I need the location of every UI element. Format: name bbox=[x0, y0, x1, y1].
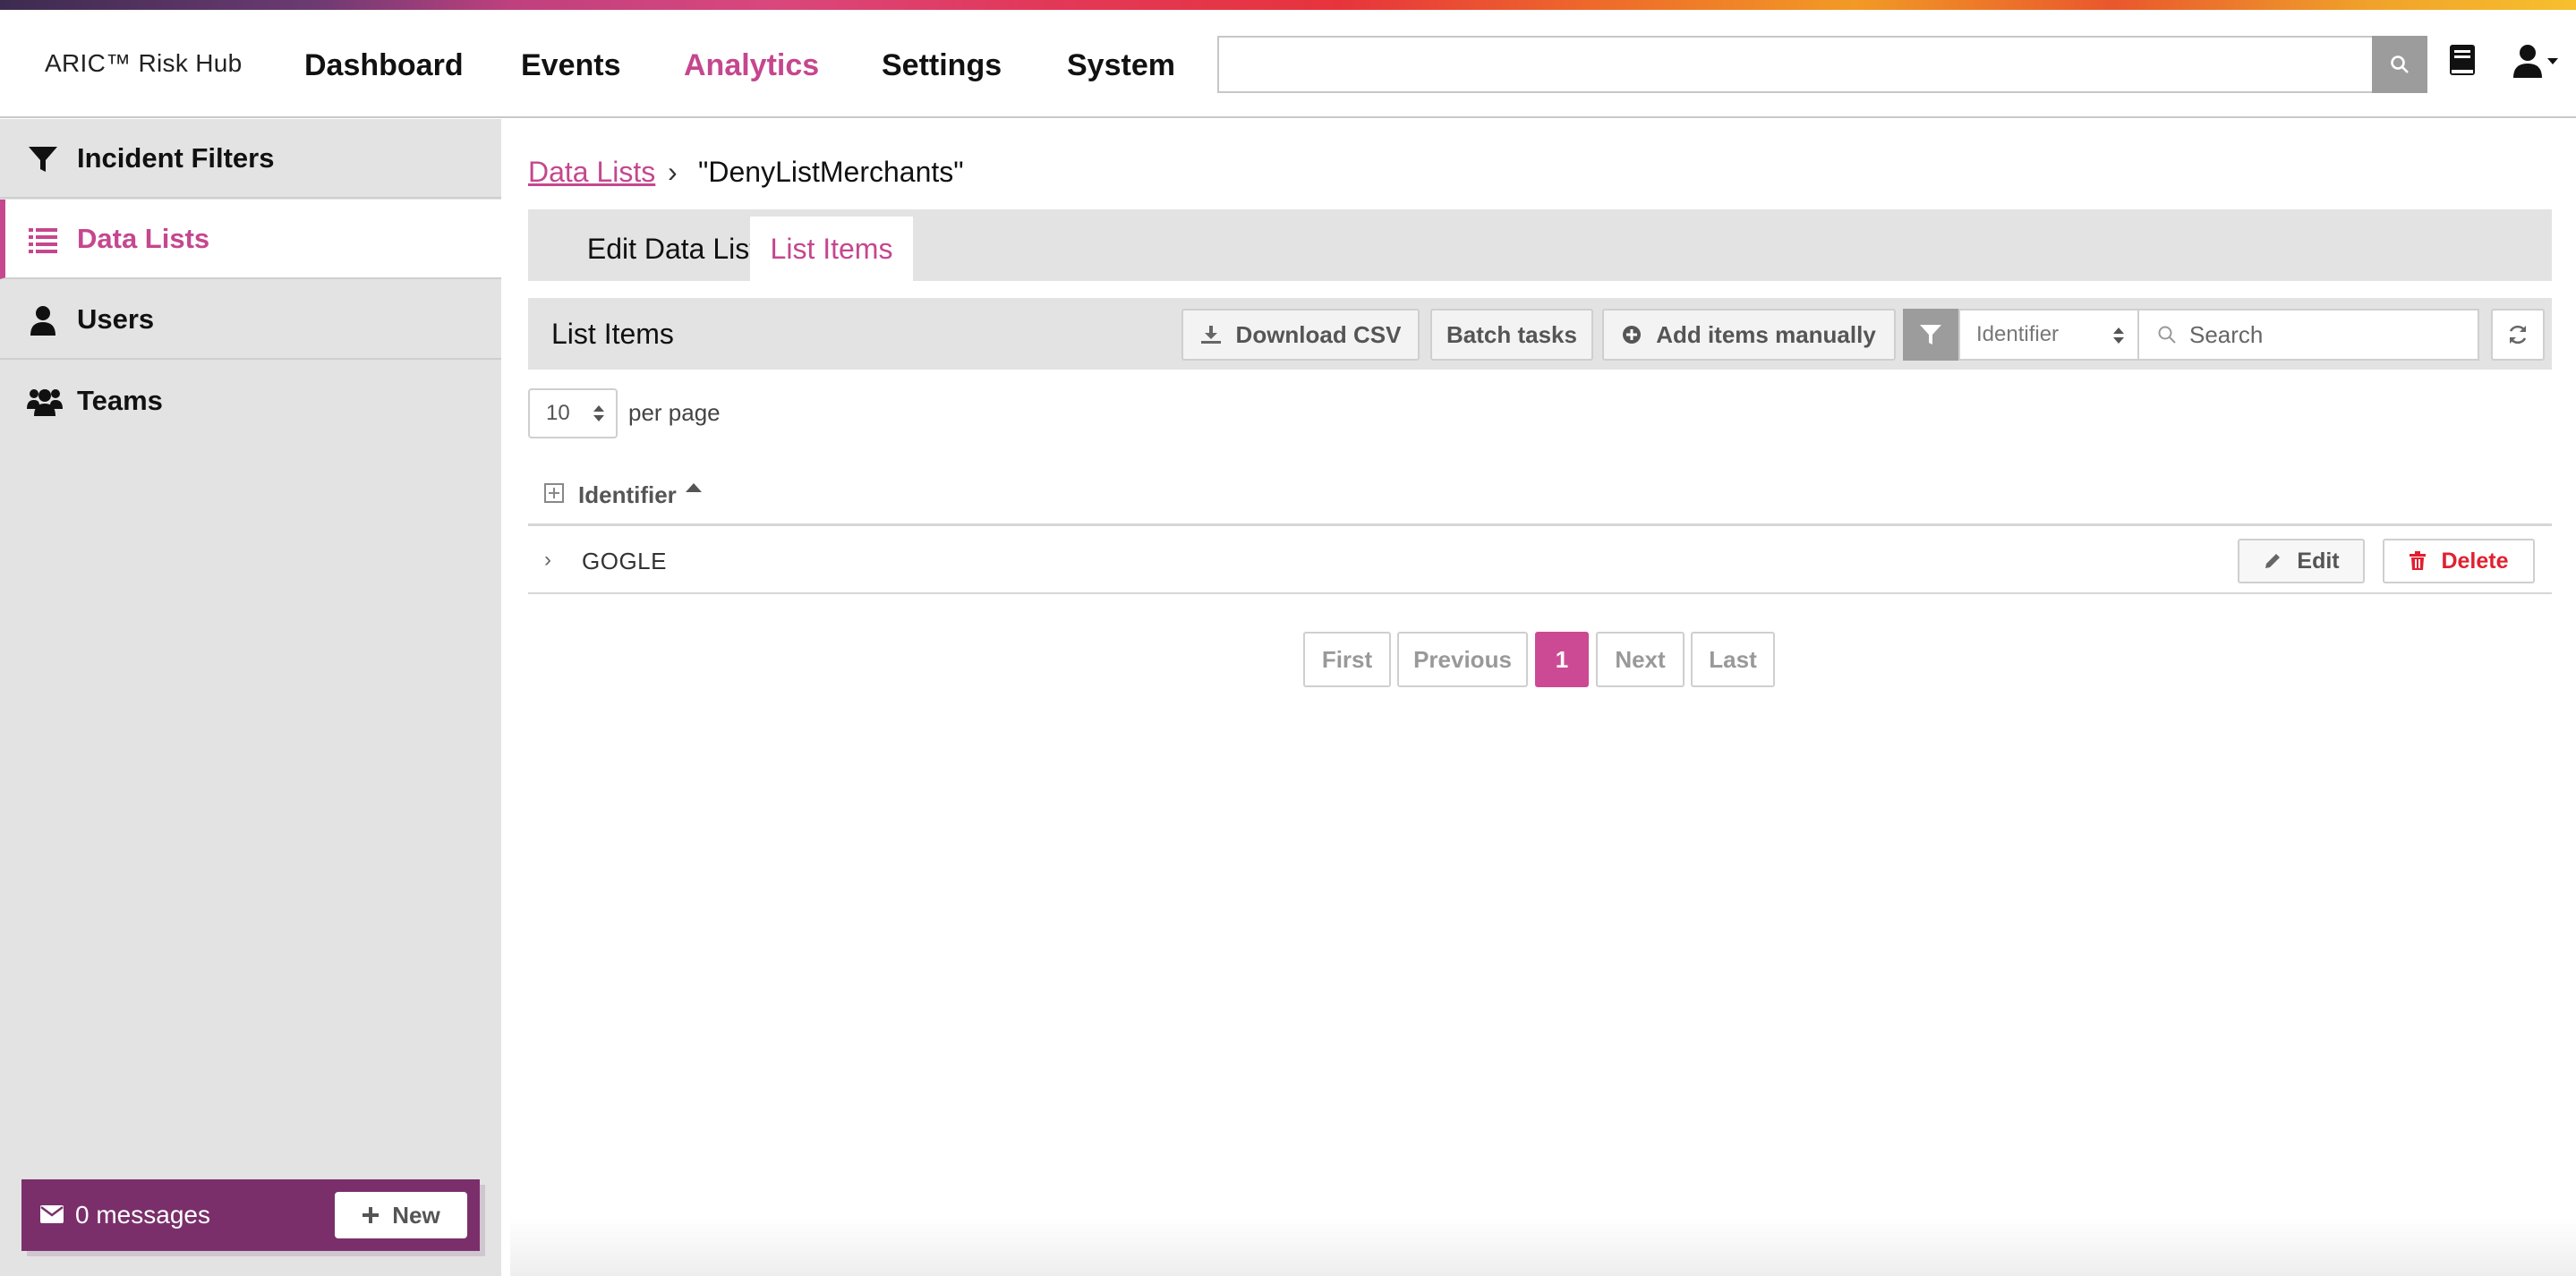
expand-all-icon[interactable] bbox=[544, 483, 564, 503]
trash-icon bbox=[2410, 551, 2427, 570]
users-icon bbox=[27, 389, 63, 416]
global-search-input[interactable] bbox=[1217, 36, 2376, 93]
refresh-icon bbox=[2509, 325, 2527, 345]
sort-ascending-icon[interactable] bbox=[686, 483, 702, 492]
sidebar-item-label: Data Lists bbox=[77, 222, 210, 254]
user-icon bbox=[30, 306, 55, 336]
filter-field-value: Identifier bbox=[1976, 322, 2060, 346]
sidebar-item-users[interactable]: Users bbox=[0, 280, 501, 360]
section-title: List Items bbox=[551, 318, 674, 350]
edit-label: Edit bbox=[2297, 548, 2340, 574]
delete-button[interactable]: Delete bbox=[2383, 539, 2535, 583]
pagination-page-current[interactable]: 1 bbox=[1535, 632, 1589, 687]
add-items-manually-button[interactable]: Add items manually bbox=[1602, 309, 1896, 361]
refresh-button[interactable] bbox=[2491, 309, 2545, 361]
nav-dashboard[interactable]: Dashboard bbox=[304, 48, 464, 83]
list-search-input[interactable]: Search bbox=[2137, 309, 2479, 361]
per-page-label: per page bbox=[628, 399, 721, 426]
download-csv-button[interactable]: Download CSV bbox=[1181, 309, 1420, 361]
row-identifier: GOGLE bbox=[582, 548, 667, 574]
pagination-last[interactable]: Last bbox=[1691, 632, 1775, 687]
sidebar: Incident Filters Data Lists Users Teams … bbox=[0, 119, 501, 1276]
batch-tasks-label: Batch tasks bbox=[1446, 320, 1577, 348]
plus-circle-icon bbox=[1623, 326, 1642, 344]
add-items-manually-label: Add items manually bbox=[1656, 320, 1876, 348]
per-page-value: 10 bbox=[546, 401, 570, 425]
breadcrumb-current: "DenyListMerchants" bbox=[698, 156, 964, 188]
global-search-button[interactable] bbox=[2372, 36, 2427, 93]
list-icon bbox=[29, 228, 57, 253]
table-header: Identifier bbox=[528, 471, 2552, 526]
column-header-identifier[interactable]: Identifier bbox=[578, 481, 677, 509]
row-expand-chevron-icon[interactable]: › bbox=[544, 548, 551, 573]
sidebar-item-label: Teams bbox=[77, 384, 163, 416]
tab-bar: Edit Data List List Items bbox=[528, 209, 2552, 281]
app-brand[interactable]: ARIC™ Risk Hub bbox=[45, 49, 242, 78]
envelope-icon bbox=[40, 1205, 64, 1223]
sidebar-item-data-lists[interactable]: Data Lists bbox=[0, 200, 501, 279]
filter-icon bbox=[1920, 325, 1941, 345]
messages-count: 0 messages bbox=[75, 1201, 210, 1229]
filter-icon bbox=[29, 147, 57, 172]
sidebar-item-label: Incident Filters bbox=[77, 141, 275, 174]
filter-field-select[interactable]: Identifier bbox=[1958, 309, 2139, 361]
sidebar-item-teams[interactable]: Teams bbox=[0, 361, 501, 440]
search-placeholder: Search bbox=[2189, 320, 2264, 348]
nav-system[interactable]: System bbox=[1067, 48, 1175, 83]
bottom-fade bbox=[510, 1217, 2576, 1276]
pagination-previous[interactable]: Previous bbox=[1397, 632, 1528, 687]
user-menu-icon[interactable] bbox=[2513, 44, 2560, 80]
breadcrumb-separator: › bbox=[668, 156, 678, 188]
new-message-button[interactable]: New bbox=[335, 1192, 467, 1238]
breadcrumb-data-lists-link[interactable]: Data Lists bbox=[528, 156, 655, 189]
nav-settings[interactable]: Settings bbox=[882, 48, 1002, 83]
book-icon[interactable] bbox=[2449, 44, 2476, 78]
nav-analytics[interactable]: Analytics bbox=[684, 48, 819, 83]
list-items-toolbar: List Items Download CSV Batch tasks Add … bbox=[528, 298, 2552, 370]
download-csv-label: Download CSV bbox=[1235, 320, 1402, 348]
download-icon bbox=[1200, 326, 1221, 344]
edit-button[interactable]: Edit bbox=[2238, 539, 2365, 583]
pencil-icon bbox=[2265, 554, 2281, 568]
sidebar-item-incident-filters[interactable]: Incident Filters bbox=[0, 119, 501, 199]
filter-toggle-button[interactable] bbox=[1903, 309, 1958, 361]
messages-bar[interactable]: 0 messages New bbox=[21, 1179, 480, 1251]
search-icon bbox=[2391, 55, 2409, 73]
new-message-label: New bbox=[392, 1201, 440, 1229]
delete-label: Delete bbox=[2441, 548, 2509, 574]
sidebar-item-label: Users bbox=[77, 302, 155, 335]
search-icon bbox=[2158, 326, 2176, 344]
table-row: › GOGLE Edit Delete bbox=[528, 528, 2552, 594]
select-arrows-icon bbox=[593, 405, 604, 421]
batch-tasks-button[interactable]: Batch tasks bbox=[1430, 309, 1593, 361]
pagination-first[interactable]: First bbox=[1303, 632, 1391, 687]
plus-icon bbox=[363, 1207, 380, 1223]
tab-list-items[interactable]: List Items bbox=[750, 217, 913, 281]
nav-events[interactable]: Events bbox=[521, 48, 621, 83]
brand-color-stripe bbox=[0, 0, 2576, 10]
per-page-select[interactable]: 10 bbox=[528, 388, 618, 438]
pagination-next[interactable]: Next bbox=[1596, 632, 1685, 687]
select-arrows-icon bbox=[2113, 328, 2124, 344]
top-header: ARIC™ Risk Hub Dashboard Events Analytic… bbox=[0, 10, 2576, 118]
